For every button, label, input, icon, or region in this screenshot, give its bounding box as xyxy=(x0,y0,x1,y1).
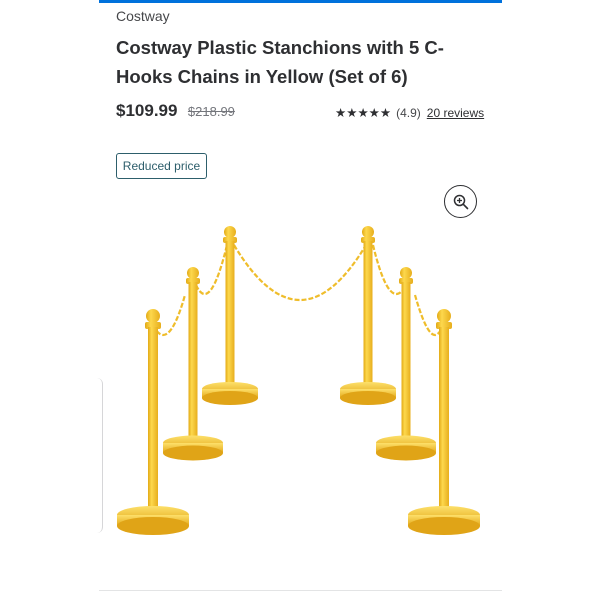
chain xyxy=(195,244,229,296)
star-icon: ★ xyxy=(379,105,392,120)
brand-link[interactable]: Costway xyxy=(116,8,170,24)
stanchion xyxy=(117,309,189,535)
stanchion xyxy=(376,267,436,461)
rating: ★ ★ ★ ★ ★ (4.9) 20 reviews xyxy=(335,104,484,122)
reduced-price-badge: Reduced price xyxy=(116,153,207,179)
reviews-link[interactable]: 20 reviews xyxy=(427,106,484,120)
rating-stars: ★ ★ ★ ★ ★ xyxy=(335,107,391,120)
was-price: $218.99 xyxy=(187,104,235,119)
star-icon: ★ xyxy=(346,105,358,120)
stanchion xyxy=(163,267,223,461)
current-price: $109.99 xyxy=(116,101,178,120)
stanchion xyxy=(408,309,480,535)
star-icon: ★ xyxy=(357,105,369,120)
stanchion xyxy=(340,226,396,405)
zoom-button[interactable] xyxy=(444,185,477,218)
price-row: $109.99 $218.99 xyxy=(116,101,235,123)
stanchion xyxy=(202,226,258,405)
star-icon: ★ xyxy=(335,105,347,120)
rating-value: (4.9) xyxy=(396,106,421,120)
chain xyxy=(371,244,407,296)
product-image xyxy=(117,226,480,535)
chain xyxy=(233,244,367,301)
section-divider xyxy=(99,590,502,591)
product-title: Costway Plastic Stanchions with 5 C-Hook… xyxy=(116,37,444,87)
zoom-in-icon xyxy=(453,194,468,209)
carousel-handle[interactable] xyxy=(95,378,103,533)
header-accent-bar xyxy=(99,0,502,3)
star-icon: ★ xyxy=(368,105,380,120)
